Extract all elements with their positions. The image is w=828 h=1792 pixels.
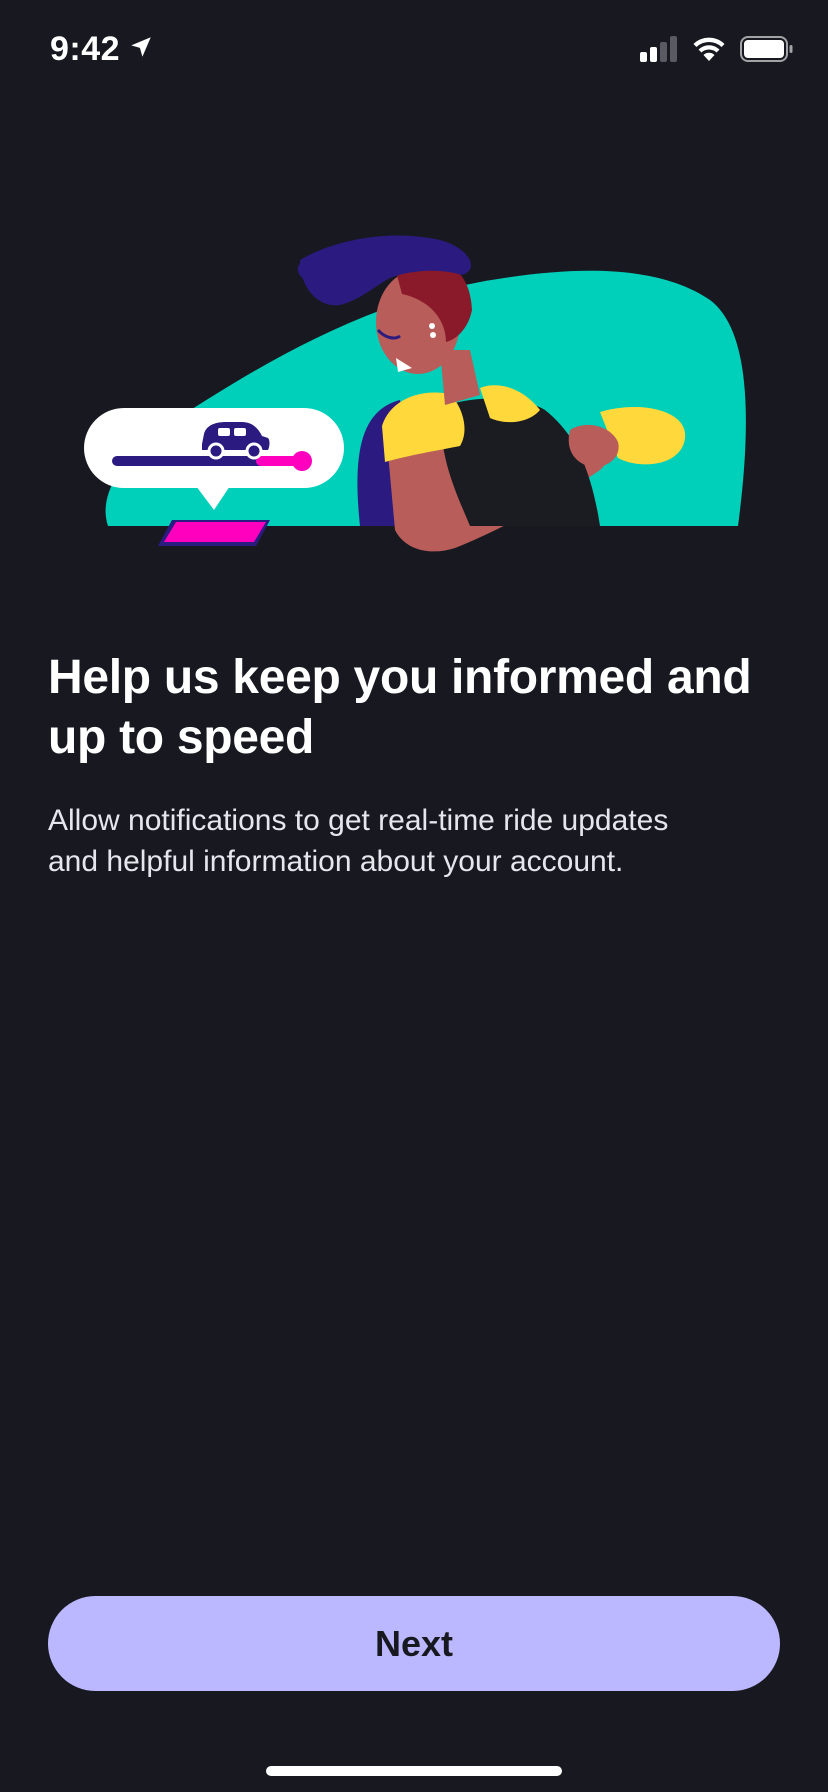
location-arrow-icon [128, 34, 154, 65]
description-text: Allow notifications to get real-time rid… [48, 800, 788, 882]
cellular-signal-icon [640, 36, 678, 67]
description-line-2: and helpful information about your accou… [48, 845, 624, 878]
page-title: Help us keep you informed and up to spee… [48, 648, 788, 768]
page-title-line-2: up to speed [48, 711, 315, 764]
time-group: 9:42 [50, 30, 154, 69]
wifi-icon [692, 36, 726, 67]
next-button[interactable]: Next [48, 1596, 780, 1691]
home-indicator[interactable] [266, 1766, 562, 1776]
notification-onboarding-screen: 9:42 Help us keep you informed and up to… [0, 0, 828, 1792]
notification-illustration [0, 230, 828, 560]
next-button-label: Next [374, 1622, 454, 1664]
battery-icon [740, 36, 794, 67]
status-time: 9:42 [50, 30, 121, 68]
status-icons [640, 36, 794, 67]
status-bar: 9:42 [0, 0, 828, 100]
description-line-1: Allow notifications to get real-time rid… [48, 804, 669, 837]
page-title-line-1: Help us keep you informed and [48, 651, 752, 704]
